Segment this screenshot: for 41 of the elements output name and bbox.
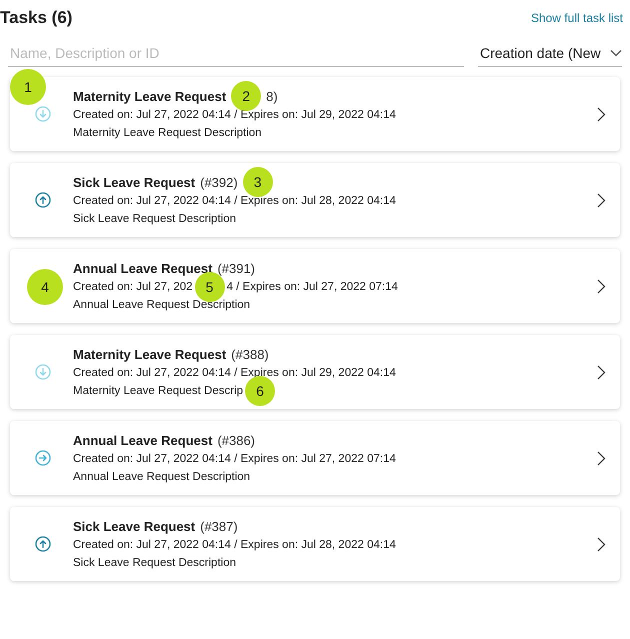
task-description: Maternity Leave Request Description <box>73 127 262 139</box>
task-description: Maternity Leave Request Descrip <box>73 385 244 397</box>
task-id: (#392) <box>200 174 238 190</box>
task-name: Maternity Leave Request <box>73 346 226 362</box>
task-id: 8) <box>266 88 278 104</box>
chevron-right-icon <box>596 536 606 552</box>
task-dates: Created on: Jul 27, 2022 04:14 / Expires on: Jul 27, 2022 07:14 <box>73 453 396 465</box>
task-card[interactable]: Annual Leave Request (#386) Created on: Jul 27, 2022 04:14 / Expires on: Jul 27, 2022 07:14 Annual Leave Request Description <box>10 421 620 495</box>
page-title: Tasks (6) <box>0 8 72 28</box>
chevron-right-icon <box>596 364 606 380</box>
task-dates: 4 / Expires on: Jul 27, 2022 07:14 <box>226 281 398 293</box>
task-card[interactable]: Maternity Leave Request (#388) Created on: Jul 27, 2022 04:14 / Expires on: Jul 29, 2022 04:14 Maternity Leave Request Descrip 6 <box>10 335 620 409</box>
task-card[interactable]: Sick Leave Request (#392) 3 Created on: Jul 27, 2022 04:14 / Expires on: Jul 28, 2022 04:14 Sick Leave Request Description <box>10 163 620 237</box>
task-description: Sick Leave Request Description <box>73 557 236 569</box>
callout-marker: 2 <box>231 81 262 111</box>
task-name: Annual Leave Request <box>73 432 212 448</box>
task-dates: Created on: Jul 27, 202 <box>73 281 193 293</box>
task-dates: Created on: Jul 27, 2022 04:14 / Expires on: Jul 28, 2022 04:14 <box>73 195 396 207</box>
task-description: Annual Leave Request Description <box>73 299 250 311</box>
task-id: (#387) <box>200 518 238 534</box>
chevron-right-icon <box>596 278 606 294</box>
chevron-down-icon <box>610 49 622 57</box>
chevron-right-icon <box>596 106 606 122</box>
callout-marker: 1 <box>10 69 46 105</box>
chevron-right-icon <box>596 450 606 466</box>
show-full-list-link[interactable]: Show full task list <box>530 11 623 25</box>
callout-marker: 3 <box>242 167 273 197</box>
task-dates: Created on: Jul 27, 2022 04:14 / Expires on: Jul 28, 2022 04:14 <box>73 539 396 551</box>
task-dates: Created on: Jul 27, 2022 04:14 / Expires on: Jul 29, 2022 04:14 <box>73 109 396 121</box>
task-card[interactable]: Sick Leave Request (#387) Created on: Jul 27, 2022 04:14 / Expires on: Jul 28, 2022 04:14 Sick Leave Request Description <box>10 507 620 581</box>
task-description: Sick Leave Request Description <box>73 213 236 225</box>
task-id: (#386) <box>217 432 256 448</box>
chevron-right-icon <box>596 192 606 208</box>
task-name: Maternity Leave Request <box>73 88 226 104</box>
task-name: Sick Leave Request <box>73 174 196 190</box>
task-description: Annual Leave Request Description <box>73 471 250 483</box>
task-dates: Created on: Jul 27, 2022 04:14 / Expires on: Jul 29, 2022 04:14 <box>73 367 396 379</box>
task-name: Sick Leave Request <box>73 518 196 534</box>
sort-dropdown[interactable]: Creation date (New <box>478 42 622 67</box>
task-id: (#388) <box>231 346 269 362</box>
callout-marker: 6 <box>245 376 276 406</box>
